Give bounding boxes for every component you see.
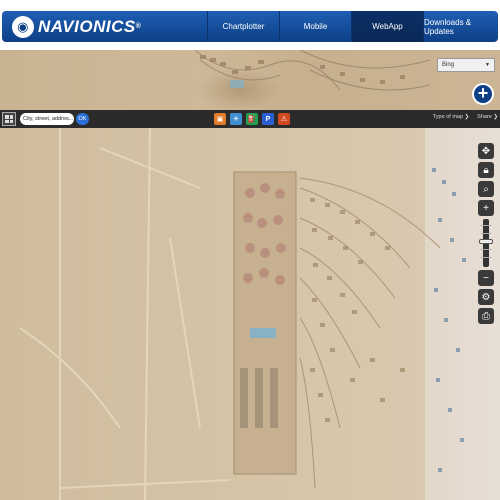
zoom-slider[interactable] bbox=[479, 219, 493, 267]
map-toolbar: OK ▣ ☀ ⛽ P ⚠ Type of map ❯ Share ❯ bbox=[0, 110, 500, 128]
tab-webapp[interactable]: WebApp bbox=[351, 11, 423, 42]
zoom-controls: ✥ 🔒︎ ⌕ + − ⚙ ⎙ bbox=[478, 143, 494, 327]
search-ok-button[interactable]: OK bbox=[76, 113, 89, 125]
magnify-icon[interactable]: ⌕ bbox=[478, 181, 494, 197]
map-view[interactable]: Bing ▼ + OK ▣ ☀ ⛽ P ⚠ Type of map ❯ Shar… bbox=[0, 50, 500, 500]
navionics-logo[interactable]: ◉ NAVIONICS ® bbox=[2, 11, 207, 42]
logo-text: NAVIONICS bbox=[38, 16, 136, 36]
lock-icon[interactable]: 🔒︎ bbox=[478, 162, 494, 178]
base-layer-select[interactable]: Bing ▼ bbox=[437, 58, 495, 72]
settings-icon[interactable]: ⚙ bbox=[478, 289, 494, 305]
map-top-strip: Bing ▼ + bbox=[0, 50, 500, 110]
strip-imagery bbox=[194, 50, 431, 91]
logo-mark-icon: ◉ bbox=[12, 15, 34, 38]
camera-icon[interactable]: ▣ bbox=[214, 113, 226, 125]
satellite-imagery bbox=[0, 128, 500, 500]
tab-downloads-updates[interactable]: Downloads & Updates bbox=[423, 11, 498, 42]
chevron-down-icon: ▼ bbox=[485, 62, 490, 68]
weather-icon[interactable]: ☀ bbox=[230, 113, 242, 125]
zoom-slider-handle[interactable] bbox=[479, 239, 493, 244]
grid-menu-icon[interactable] bbox=[2, 112, 16, 126]
zoom-in-button[interactable]: + bbox=[478, 200, 494, 216]
tab-chartplotter[interactable]: Chartplotter bbox=[207, 11, 279, 42]
zoom-out-button[interactable]: − bbox=[478, 270, 494, 286]
fuel-icon[interactable]: ⛽ bbox=[246, 113, 258, 125]
search-input[interactable] bbox=[20, 113, 74, 125]
top-navigation-bar: ◉ NAVIONICS ® Chartplotter Mobile WebApp … bbox=[2, 11, 498, 42]
share-link[interactable]: Share ❯ bbox=[477, 114, 498, 120]
add-button[interactable]: + bbox=[472, 83, 494, 105]
warning-icon[interactable]: ⚠ bbox=[278, 113, 290, 125]
pan-icon[interactable]: ✥ bbox=[478, 143, 494, 159]
parking-icon[interactable]: P bbox=[262, 113, 274, 125]
print-icon[interactable]: ⎙ bbox=[478, 308, 494, 324]
tab-mobile[interactable]: Mobile bbox=[279, 11, 351, 42]
layer-icons: ▣ ☀ ⛽ P ⚠ bbox=[214, 113, 290, 125]
type-of-map-link[interactable]: Type of map ❯ bbox=[433, 114, 469, 120]
